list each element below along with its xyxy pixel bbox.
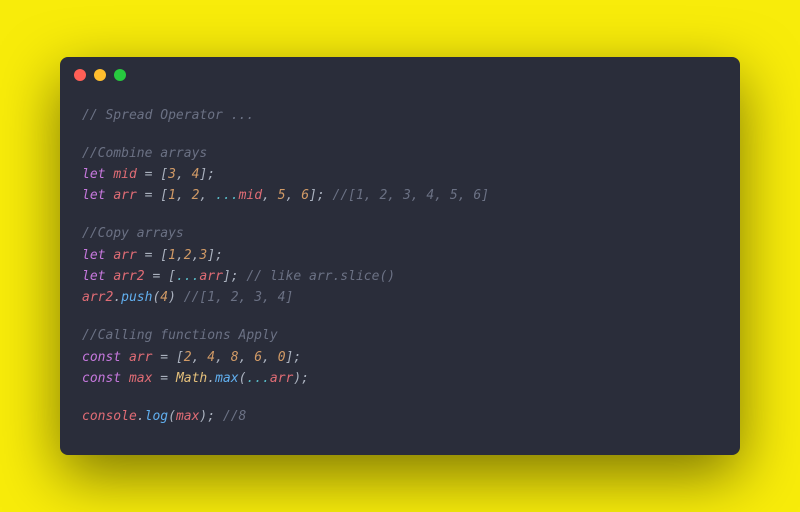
code-line: let mid = [3, 4]; [82, 164, 718, 185]
code-editor: // Spread Operator ... //Combine arrays … [60, 93, 740, 455]
code-line: arr2.push(4) //[1, 2, 3, 4] [82, 287, 718, 308]
comment: //Combine arrays [82, 146, 207, 161]
code-line: let arr2 = [...arr]; // like arr.slice() [82, 266, 718, 287]
code-line: //Combine arrays [82, 143, 718, 164]
blank-line [82, 309, 718, 325]
comment: //Calling functions Apply [82, 328, 278, 343]
blank-line [82, 389, 718, 405]
comment: //Copy arrays [82, 226, 184, 241]
code-line: let arr = [1, 2, ...mid, 5, 6]; //[1, 2,… [82, 185, 718, 206]
code-line: //Calling functions Apply [82, 325, 718, 346]
window-titlebar [60, 57, 740, 93]
code-line: const max = Math.max(...arr); [82, 368, 718, 389]
code-line: console.log(max); //8 [82, 406, 718, 427]
blank-line [82, 126, 718, 142]
code-line: const arr = [2, 4, 8, 6, 0]; [82, 347, 718, 368]
minimize-icon[interactable] [94, 69, 106, 81]
code-line: let arr = [1,2,3]; [82, 245, 718, 266]
code-line: // Spread Operator ... [82, 105, 718, 126]
code-line: //Copy arrays [82, 223, 718, 244]
blank-line [82, 207, 718, 223]
code-window: // Spread Operator ... //Combine arrays … [60, 57, 740, 455]
comment: // Spread Operator ... [82, 108, 254, 123]
close-icon[interactable] [74, 69, 86, 81]
maximize-icon[interactable] [114, 69, 126, 81]
